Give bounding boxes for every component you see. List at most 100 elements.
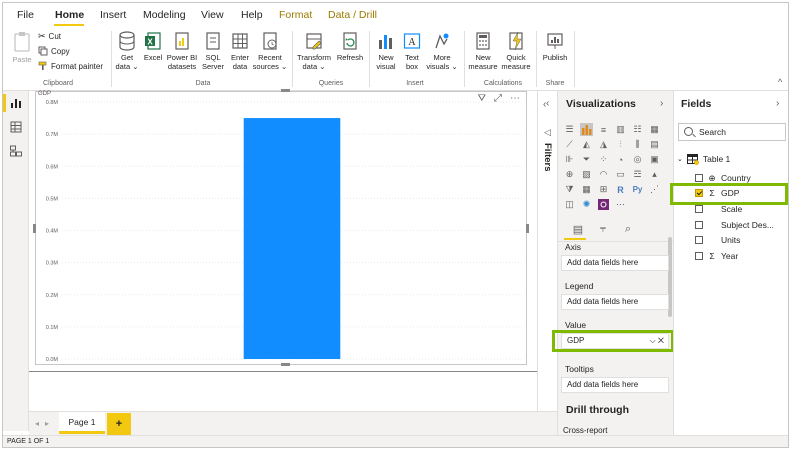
tab-data-drill[interactable]: Data / Drill xyxy=(328,9,377,21)
fields-search-input[interactable]: Search xyxy=(678,123,786,141)
column-chart-visual[interactable]: GDP ⛛ ⤢ ⋯ 0.0M 0.1M 0.2M 0.3M 0.4M 0.5M 0.6M 0.… xyxy=(35,91,527,365)
cut-label: Cut xyxy=(48,32,61,41)
refresh-button[interactable]: Refresh xyxy=(335,31,365,62)
donut-chart-icon[interactable]: ◎ xyxy=(631,153,644,166)
model-view-icon[interactable] xyxy=(10,145,22,157)
recent-sources-button[interactable]: Recent sources ⌄ xyxy=(252,31,288,71)
prev-page-chevron-icon[interactable]: ◂ xyxy=(35,419,39,428)
resize-handle-right[interactable] xyxy=(526,224,529,233)
field-checkbox[interactable] xyxy=(695,205,703,213)
data-view-icon[interactable] xyxy=(10,121,22,133)
field-row-units[interactable]: Units xyxy=(695,233,740,247)
add-page-button[interactable]: + xyxy=(107,413,131,435)
table-icon[interactable]: ▦ xyxy=(580,183,593,196)
table-node[interactable]: ⌄ Table 1 xyxy=(677,152,730,166)
chevron-down-icon[interactable]: ⌄ xyxy=(677,155,683,163)
report-canvas[interactable]: GDP ⛛ ⤢ ⋯ 0.0M 0.1M 0.2M 0.3M 0.4M 0.5M 0.6M 0.… xyxy=(29,89,537,411)
get-data-button[interactable]: Get data ⌄ xyxy=(115,31,139,71)
power-bi-datasets-button[interactable]: Power BI datasets xyxy=(166,31,198,71)
tab-view[interactable]: View xyxy=(201,9,224,21)
fields-wells-icon[interactable]: ▤ xyxy=(570,221,586,237)
copy-button[interactable]: Copy xyxy=(38,46,70,56)
clustered-bar-icon[interactable]: ≡ xyxy=(597,123,610,136)
slicer-icon[interactable]: ⧩ xyxy=(563,183,576,196)
publish-button[interactable]: Publish xyxy=(539,31,571,62)
report-view-icon[interactable] xyxy=(10,97,22,109)
100-stacked-column-icon[interactable]: ▦ xyxy=(648,123,661,136)
field-checkbox[interactable] xyxy=(695,252,703,260)
clustered-column-icon[interactable]: ▥ xyxy=(614,123,627,136)
enter-data-button[interactable]: Enter data xyxy=(228,31,252,71)
publish-icon xyxy=(547,33,563,49)
funnel-icon[interactable]: ⏷ xyxy=(580,153,593,166)
analytics-magnifier-icon[interactable]: ⌕ xyxy=(620,221,636,237)
line-column-icon[interactable]: ⫶ xyxy=(614,138,627,151)
collapse-viz-chevron-icon[interactable]: › xyxy=(660,98,663,109)
filled-map-icon[interactable]: ▧ xyxy=(580,168,593,181)
resize-handle-top[interactable] xyxy=(281,89,290,92)
filters-pane-collapsed[interactable]: ‹ ◁ Filters xyxy=(537,91,557,411)
legend-well-dropzone[interactable]: Add data fields here xyxy=(561,294,669,310)
stacked-bar-icon[interactable]: ☰ xyxy=(563,123,576,136)
transform-data-button[interactable]: Transform data ⌄ xyxy=(295,31,333,71)
key-influencers-icon[interactable]: ⋰ xyxy=(648,183,661,196)
bar[interactable] xyxy=(243,118,341,359)
r-visual-icon[interactable]: R xyxy=(614,183,627,196)
matrix-icon[interactable]: ⊞ xyxy=(597,183,610,196)
tab-file[interactable]: File xyxy=(17,9,34,21)
gauge-icon[interactable]: ◠ xyxy=(597,168,610,181)
collapse-viz-left-chevron-icon[interactable]: ‹ xyxy=(546,98,549,109)
format-painter-button[interactable]: Format painter xyxy=(38,61,103,71)
waterfall-icon[interactable]: ⊪ xyxy=(563,153,576,166)
power-apps-icon[interactable] xyxy=(597,198,610,211)
collapse-fields-chevron-icon[interactable]: › xyxy=(776,98,779,109)
format-paint-roller-icon[interactable]: ⫧ xyxy=(595,221,611,237)
tab-insert[interactable]: Insert xyxy=(100,9,126,21)
line-stacked-column-icon[interactable]: ⫼ xyxy=(631,138,644,151)
qna-icon[interactable]: ◫ xyxy=(563,198,576,211)
field-row-year[interactable]: Σ Year xyxy=(695,249,738,263)
more-visuals-button[interactable]: More visuals ⌄ xyxy=(425,31,459,71)
card-icon[interactable]: ▭ xyxy=(614,168,627,181)
next-page-chevron-icon[interactable]: ▸ xyxy=(45,419,49,428)
axis-well-dropzone[interactable]: Add data fields here xyxy=(561,255,669,271)
new-measure-button[interactable]: New measure xyxy=(467,31,499,71)
cut-button[interactable]: ✂ Cut xyxy=(38,31,61,42)
field-row-subject-descriptor[interactable]: Subject Des... xyxy=(695,218,774,232)
paste-button[interactable]: Paste xyxy=(10,31,34,64)
field-checkbox[interactable] xyxy=(695,236,703,244)
field-checkbox[interactable] xyxy=(695,174,703,182)
sql-server-icon xyxy=(206,32,220,50)
python-visual-icon[interactable]: Py xyxy=(631,183,644,196)
tab-home[interactable]: Home xyxy=(55,9,84,21)
sql-server-button[interactable]: SQL Server xyxy=(200,31,226,71)
multi-row-card-icon[interactable]: ☲ xyxy=(631,168,644,181)
field-row-scale[interactable]: Scale xyxy=(695,202,742,216)
tab-format[interactable]: Format xyxy=(279,9,312,21)
excel-button[interactable]: X Excel xyxy=(142,31,164,62)
kpi-icon[interactable]: ▴ xyxy=(648,168,661,181)
stacked-column-icon[interactable] xyxy=(580,123,593,136)
resize-handle-left[interactable] xyxy=(33,224,36,233)
quick-measure-button[interactable]: Quick measure xyxy=(500,31,532,71)
treemap-icon[interactable]: ▣ xyxy=(648,153,661,166)
tooltips-well-dropzone[interactable]: Add data fields here xyxy=(561,377,669,393)
line-chart-icon[interactable]: ⟋ xyxy=(563,138,576,151)
tab-modeling[interactable]: Modeling xyxy=(143,9,186,21)
new-visual-button[interactable]: New visual xyxy=(373,31,399,71)
area-chart-icon[interactable]: ◭ xyxy=(580,138,593,151)
ribbon-chart-icon[interactable]: ▤ xyxy=(648,138,661,151)
scatter-icon[interactable]: ⁘ xyxy=(597,153,610,166)
tab-help[interactable]: Help xyxy=(241,9,263,21)
stacked-area-icon[interactable]: ◮ xyxy=(597,138,610,151)
decomposition-tree-icon[interactable]: ✺ xyxy=(580,198,593,211)
page-tab-1[interactable]: Page 1 xyxy=(59,412,105,434)
field-checkbox[interactable] xyxy=(695,221,703,229)
more-visuals-ellipsis-icon[interactable]: ⋯ xyxy=(614,198,627,211)
100-stacked-bar-icon[interactable]: ☷ xyxy=(631,123,644,136)
text-box-button[interactable]: A Text box xyxy=(400,31,424,71)
collapse-ribbon-chevron-icon[interactable]: ^ xyxy=(778,77,782,87)
resize-handle-bottom[interactable] xyxy=(281,363,290,366)
pie-chart-icon[interactable]: ◔ xyxy=(614,153,627,166)
map-icon[interactable]: ⊕ xyxy=(563,168,576,181)
